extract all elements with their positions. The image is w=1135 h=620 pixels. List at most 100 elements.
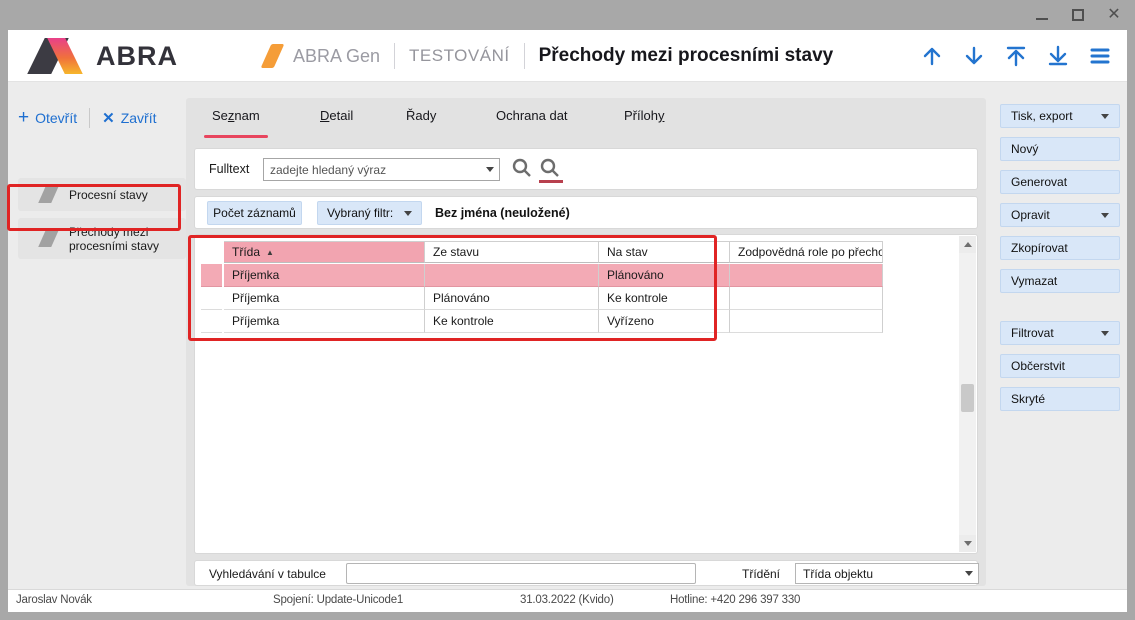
chevron-down-icon[interactable] bbox=[481, 159, 499, 180]
scroll-up-icon[interactable] bbox=[959, 236, 976, 253]
column-header-na-stav[interactable]: Na stav bbox=[599, 241, 730, 263]
header-breadcrumb: ABRA Gen TESTOVÁNÍ Přechody mezi procesn… bbox=[266, 30, 833, 82]
sidebar-actions: + Otevřít ✕ Zavřít bbox=[18, 108, 156, 128]
table-row[interactable]: Příjemka Plánováno Ke kontrole bbox=[201, 287, 954, 310]
close-tab-button[interactable]: ✕ Zavřít bbox=[102, 109, 156, 127]
slash-icon bbox=[38, 186, 59, 203]
tab-detail[interactable]: Detail bbox=[320, 108, 353, 138]
abra-logo-text: ABRA bbox=[96, 41, 178, 72]
tab-rady[interactable]: Řady bbox=[406, 108, 436, 138]
fulltext-combobox[interactable] bbox=[263, 158, 500, 181]
open-button[interactable]: + Otevřít bbox=[18, 110, 77, 126]
table-search-input[interactable] bbox=[346, 563, 696, 584]
tab-ochrana-dat[interactable]: Ochrana dat bbox=[496, 108, 568, 138]
filter-bar: Počet záznamů Vybraný filtr: Bez jména (… bbox=[194, 196, 978, 229]
sidebar-item-label: Přechody mezi procesními stavy bbox=[69, 225, 186, 253]
separator bbox=[524, 43, 525, 69]
page-title: Přechody mezi procesními stavy bbox=[539, 45, 834, 67]
copy-button[interactable]: Zkopírovat bbox=[1000, 236, 1120, 260]
table-header-row: Třída ▲ Ze stavu Na stav Zodpovědná role… bbox=[201, 241, 954, 264]
fulltext-label: Fulltext bbox=[209, 162, 249, 176]
chevron-down-icon bbox=[1101, 114, 1109, 119]
records-table: Třída ▲ Ze stavu Na stav Zodpovědná role… bbox=[194, 234, 978, 554]
sidebar-item-label: Procesní stavy bbox=[69, 188, 154, 202]
table-grid: Třída ▲ Ze stavu Na stav Zodpovědná role… bbox=[201, 241, 954, 333]
delete-button[interactable]: Vymazat bbox=[1000, 269, 1120, 293]
tab-prilohy[interactable]: Přílohy bbox=[624, 108, 664, 138]
hidden-button[interactable]: Skryté bbox=[1000, 387, 1120, 411]
plus-icon: + bbox=[18, 111, 29, 125]
selected-filter-button[interactable]: Vybraný filtr: bbox=[317, 201, 422, 225]
app-window: ✕ ABRA ABRA Gen TESTOVÁNÍ Přechody mezi … bbox=[0, 0, 1135, 620]
left-sidebar: + Otevřít ✕ Zavřít Procesní stavy Přecho… bbox=[8, 83, 186, 582]
filter-value-label: Bez jména (neuložené) bbox=[435, 206, 570, 220]
status-date: 31.03.2022 (Kvido) bbox=[520, 594, 614, 606]
window-titlebar: ✕ bbox=[0, 0, 1135, 30]
tab-seznam[interactable]: Seznam bbox=[212, 108, 260, 138]
close-icon[interactable]: ✕ bbox=[1107, 8, 1121, 22]
chevron-down-icon bbox=[1101, 213, 1109, 218]
row-indicator bbox=[201, 287, 222, 310]
new-button[interactable]: Nový bbox=[1000, 137, 1120, 161]
status-user: Jaroslav Novák bbox=[16, 594, 92, 606]
row-indicator bbox=[201, 310, 222, 333]
status-connection: Spojení: Update-Unicode1 bbox=[273, 594, 403, 606]
window-controls: ✕ bbox=[1035, 0, 1127, 30]
edit-button[interactable]: Opravit bbox=[1000, 203, 1120, 227]
table-footer-bar: Vyhledávání v tabulce Třídění Třída obje… bbox=[194, 560, 978, 586]
fulltext-input[interactable] bbox=[264, 163, 481, 177]
search-icon[interactable] bbox=[511, 157, 535, 183]
scroll-down-icon[interactable] bbox=[959, 535, 976, 552]
slash-icon bbox=[38, 230, 59, 247]
arrow-to-top-icon[interactable] bbox=[1003, 43, 1029, 69]
search-advanced-icon[interactable] bbox=[539, 157, 563, 183]
table-row[interactable]: Příjemka Ke kontrole Vyřízeno bbox=[201, 310, 954, 333]
column-header-ze-stavu[interactable]: Ze stavu bbox=[425, 241, 599, 263]
app-name: ABRA Gen bbox=[293, 46, 380, 67]
abra-logo: ABRA bbox=[30, 38, 178, 74]
generate-button[interactable]: Generovat bbox=[1000, 170, 1120, 194]
table-row[interactable]: Příjemka Plánováno bbox=[201, 264, 954, 287]
print-export-button[interactable]: Tisk, export bbox=[1000, 104, 1120, 128]
arrow-up-icon[interactable] bbox=[919, 43, 945, 69]
chevron-down-icon bbox=[404, 211, 412, 216]
table-scrollbar[interactable] bbox=[959, 236, 976, 552]
scrollbar-thumb[interactable] bbox=[961, 384, 974, 412]
close-button-label: Zavřít bbox=[121, 110, 157, 126]
status-bar: Jaroslav Novák Spojení: Update-Unicode1 … bbox=[8, 589, 1127, 612]
hamburger-menu-icon[interactable] bbox=[1087, 43, 1113, 69]
record-count-button[interactable]: Počet záznamů bbox=[207, 201, 302, 225]
arrow-to-bottom-icon[interactable] bbox=[1045, 43, 1071, 69]
fulltext-bar: Fulltext bbox=[194, 148, 978, 190]
status-hotline: Hotline: +420 296 397 330 bbox=[670, 594, 800, 606]
table-search-label: Vyhledávání v tabulce bbox=[209, 567, 326, 581]
sort-label: Třídění bbox=[742, 567, 780, 581]
right-action-panel: Tisk, export Nový Generovat Opravit Zkop… bbox=[994, 98, 1127, 586]
abra-logo-icon bbox=[30, 38, 88, 74]
filter-button[interactable]: Filtrovat bbox=[1000, 321, 1120, 345]
main-panel: Seznam Detail Řady Ochrana dat Přílohy bbox=[186, 98, 986, 586]
minimize-icon[interactable] bbox=[1035, 8, 1049, 22]
refresh-button[interactable]: Občerstvit bbox=[1000, 354, 1120, 378]
environment-label: TESTOVÁNÍ bbox=[409, 46, 510, 66]
sort-select[interactable]: Třída objektu bbox=[795, 563, 979, 584]
column-header-trida[interactable]: Třída ▲ bbox=[224, 241, 425, 263]
chevron-down-icon bbox=[1101, 331, 1109, 336]
separator bbox=[89, 108, 90, 128]
app-frame: ABRA ABRA Gen TESTOVÁNÍ Přechody mezi pr… bbox=[8, 30, 1127, 612]
header-nav-icons bbox=[919, 30, 1113, 82]
chevron-down-icon bbox=[960, 564, 978, 583]
arrow-down-icon[interactable] bbox=[961, 43, 987, 69]
sidebar-item-procesni-stavy[interactable]: Procesní stavy bbox=[18, 178, 186, 211]
app-header: ABRA ABRA Gen TESTOVÁNÍ Přechody mezi pr… bbox=[8, 30, 1127, 82]
maximize-icon[interactable] bbox=[1071, 8, 1085, 22]
sort-asc-icon: ▲ bbox=[266, 248, 274, 257]
sidebar-item-prechody[interactable]: Přechody mezi procesními stavy bbox=[18, 218, 186, 259]
column-header-role[interactable]: Zodpovědná role po přechodu bbox=[730, 241, 883, 263]
active-tab-underline bbox=[204, 135, 268, 138]
abra-slash-icon bbox=[261, 44, 285, 68]
row-indicator-header bbox=[201, 241, 222, 263]
row-indicator bbox=[201, 264, 222, 287]
separator bbox=[394, 43, 395, 69]
tab-bar: Seznam Detail Řady Ochrana dat Přílohy bbox=[186, 108, 986, 140]
